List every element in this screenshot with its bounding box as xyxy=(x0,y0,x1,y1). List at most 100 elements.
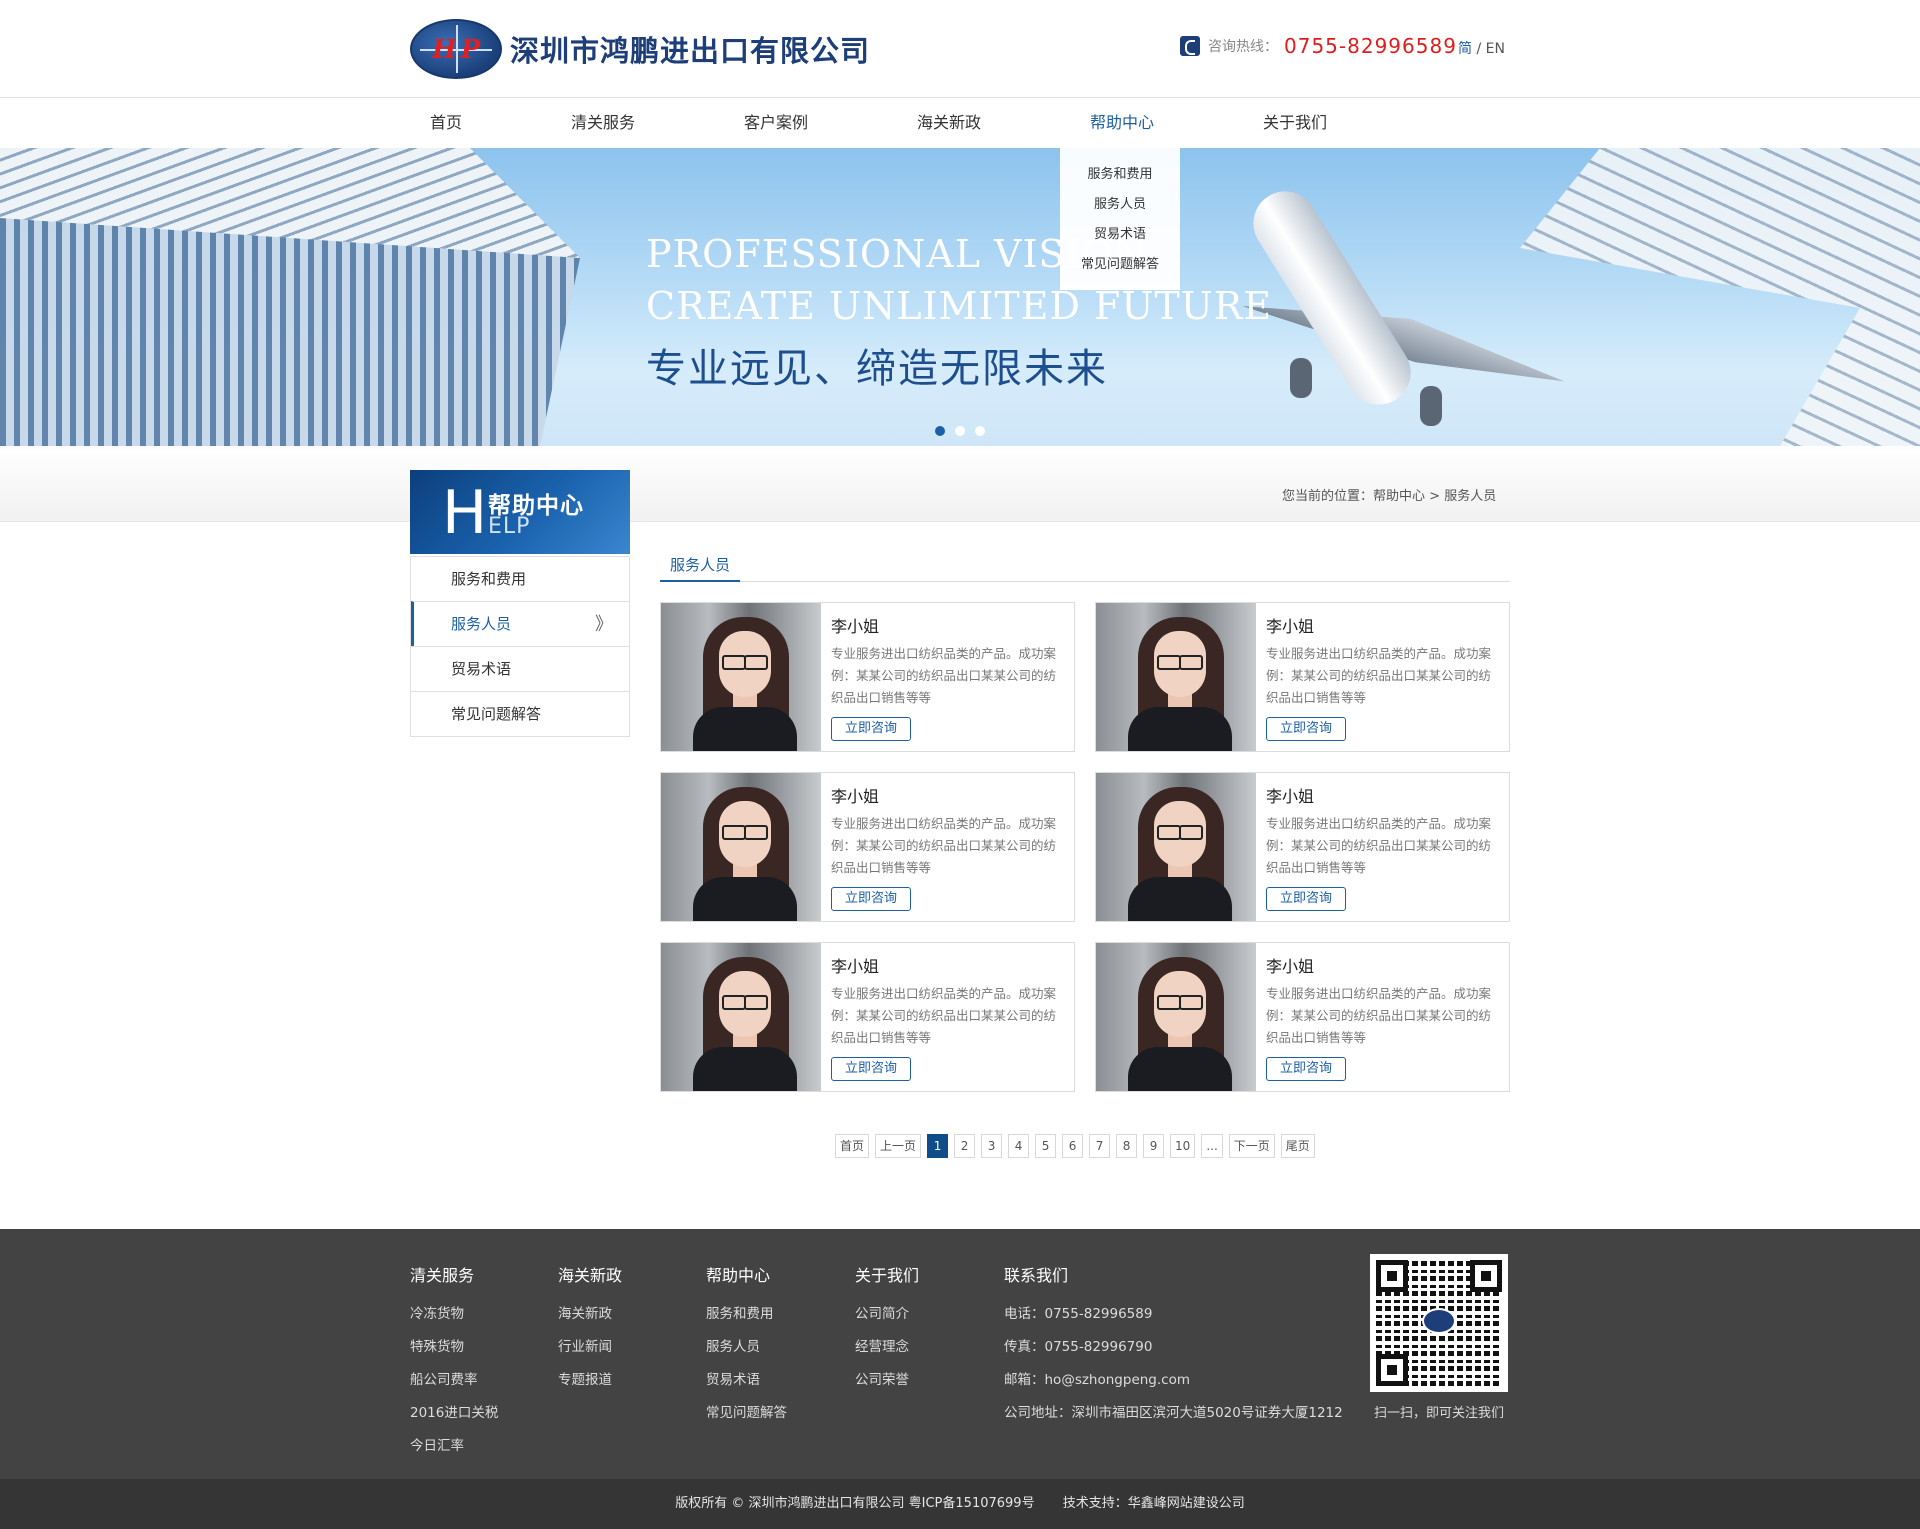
page-prev[interactable]: 上一页 xyxy=(875,1134,922,1158)
staff-name: 李小姐 xyxy=(831,617,880,636)
staff-description: 专业服务进出口纺织品类的产品。成功案例：某某公司的纺织品出口某某公司的纺织品出口… xyxy=(1266,816,1492,875)
double-chevron-right-icon: 》 xyxy=(595,614,613,635)
sidebar-item-trade-terms[interactable]: 贸易术语 xyxy=(411,646,629,691)
staff-description: 专业服务进出口纺织品类的产品。成功案例：某某公司的纺织品出口某某公司的纺织品出口… xyxy=(831,986,1057,1045)
footer-link[interactable]: 行业新闻 xyxy=(558,1331,622,1364)
sidebar-item-label: 贸易术语 xyxy=(451,660,512,678)
sidebar-item-fees[interactable]: 服务和费用 xyxy=(411,556,629,601)
main-nav: 首页 清关服务 客户案例 海关新政 帮助中心 关于我们 xyxy=(0,98,1920,148)
staff-description: 专业服务进出口纺织品类的产品。成功案例：某某公司的纺织品出口某某公司的纺织品出口… xyxy=(831,646,1057,705)
qr-caption: 扫一扫，即可关注我们 xyxy=(1374,1406,1505,1421)
staff-name: 李小姐 xyxy=(1266,617,1315,636)
breadcrumb-help-center-link[interactable]: 帮助中心 xyxy=(1373,489,1425,504)
sidebar-item-staff[interactable]: 服务人员 》 xyxy=(411,601,629,646)
staff-photo xyxy=(661,773,821,921)
phone-icon xyxy=(1180,36,1200,56)
dropdown-item-trade-terms[interactable]: 贸易术语 xyxy=(1060,220,1180,250)
footer-link[interactable]: 今日汇率 xyxy=(410,1430,498,1463)
consult-button[interactable]: 立即咨询 xyxy=(1266,1057,1346,1081)
page-number[interactable]: 3 xyxy=(981,1134,1003,1158)
page-next[interactable]: 下一页 xyxy=(1228,1134,1275,1158)
breadcrumb: 您当前的位置：帮助中心 > 服务人员 xyxy=(1282,485,1496,504)
slider-dot[interactable] xyxy=(955,426,965,436)
section-title-bar: 服务人员 xyxy=(660,554,1510,582)
footer-link[interactable]: 服务人员 xyxy=(706,1331,787,1364)
footer-link[interactable]: 特殊货物 xyxy=(410,1331,498,1364)
section-title: 服务人员 xyxy=(660,554,741,582)
consult-button[interactable]: 立即咨询 xyxy=(1266,717,1346,741)
lang-zh-link[interactable]: 简 xyxy=(1458,41,1472,57)
nav-item-customs-service[interactable]: 清关服务 xyxy=(570,98,636,148)
site-header: HP 深圳市鸿鹏进出口有限公司 咨询热线： 0755-82996589 简 / … xyxy=(0,0,1920,98)
footer-link[interactable]: 2016进口关税 xyxy=(410,1397,498,1430)
banner-chinese-slogan: 专业远见、缔造无限未来 xyxy=(646,346,1108,392)
staff-card: 李小姐 专业服务进出口纺织品类的产品。成功案例：某某公司的纺织品出口某某公司的纺… xyxy=(660,942,1075,1092)
dropdown-item-faq[interactable]: 常见问题解答 xyxy=(1060,250,1180,280)
breadcrumb-current[interactable]: 服务人员 xyxy=(1444,489,1496,504)
staff-name: 李小姐 xyxy=(1266,787,1315,806)
dropdown-item-staff[interactable]: 服务人员 xyxy=(1060,190,1180,220)
page-number-current[interactable]: 1 xyxy=(927,1134,949,1158)
staff-name: 李小姐 xyxy=(831,957,880,976)
footer-column-title: 关于我们 xyxy=(855,1266,920,1285)
footer-link[interactable]: 贸易术语 xyxy=(706,1364,787,1397)
nav-item-customs-policy[interactable]: 海关新政 xyxy=(916,98,982,148)
slider-dot[interactable] xyxy=(975,426,985,436)
footer-link[interactable]: 冷冻货物 xyxy=(410,1298,498,1331)
footer-phone: 电话：0755-82996589 xyxy=(1004,1306,1153,1322)
slider-dot[interactable] xyxy=(935,426,945,436)
page-number[interactable]: 7 xyxy=(1089,1134,1111,1158)
footer-column-title: 海关新政 xyxy=(558,1266,623,1285)
airplane-engine-image xyxy=(1420,386,1442,426)
sidebar-header-letter: H xyxy=(442,478,488,548)
sidebar-header-subtitle: ELP xyxy=(488,514,531,539)
page-number[interactable]: 6 xyxy=(1062,1134,1084,1158)
footer-link[interactable]: 海关新政 xyxy=(558,1298,622,1331)
sidebar-menu: 服务和费用 服务人员 》 贸易术语 常见问题解答 xyxy=(410,556,630,737)
page-number[interactable]: 8 xyxy=(1116,1134,1138,1158)
footer-link[interactable]: 船公司费率 xyxy=(410,1364,498,1397)
footer-link[interactable]: 专题报道 xyxy=(558,1364,622,1397)
footer-link[interactable]: 常见问题解答 xyxy=(706,1397,787,1430)
consult-button[interactable]: 立即咨询 xyxy=(831,717,911,741)
hotline-label: 咨询热线： xyxy=(1208,39,1278,55)
nav-item-about-us[interactable]: 关于我们 xyxy=(1262,98,1328,148)
company-logo[interactable]: HP 深圳市鸿鹏进出口有限公司 xyxy=(410,18,870,80)
page-number[interactable]: 2 xyxy=(954,1134,976,1158)
footer-link[interactable]: 公司简介 xyxy=(855,1298,919,1331)
page-first[interactable]: 首页 xyxy=(835,1134,870,1158)
page-number[interactable]: 9 xyxy=(1143,1134,1165,1158)
lang-separator: / xyxy=(1476,41,1482,57)
footer-column-title: 联系我们 xyxy=(1004,1266,1069,1285)
lang-en-link[interactable]: EN xyxy=(1486,41,1505,57)
staff-photo xyxy=(1096,773,1256,921)
help-center-dropdown: 服务和费用 服务人员 贸易术语 常见问题解答 xyxy=(1060,148,1180,290)
consult-button[interactable]: 立即咨询 xyxy=(831,1057,911,1081)
nav-item-home[interactable]: 首页 xyxy=(426,98,466,148)
page-last[interactable]: 尾页 xyxy=(1280,1134,1315,1158)
footer-fax: 传真：0755-82996790 xyxy=(1004,1339,1153,1355)
tech-support-text[interactable]: 技术支持：华鑫峰网站建设公司 xyxy=(1063,1496,1245,1511)
page-number[interactable]: 10 xyxy=(1170,1134,1196,1158)
page-number[interactable]: 5 xyxy=(1035,1134,1057,1158)
staff-card: 李小姐 专业服务进出口纺织品类的产品。成功案例：某某公司的纺织品出口某某公司的纺… xyxy=(660,772,1075,922)
footer-email[interactable]: 邮箱：ho@szhongpeng.com xyxy=(1004,1364,1343,1397)
nav-item-cases[interactable]: 客户案例 xyxy=(743,98,809,148)
sidebar-item-label: 服务和费用 xyxy=(451,570,527,588)
dropdown-item-fees[interactable]: 服务和费用 xyxy=(1060,160,1180,190)
consult-button[interactable]: 立即咨询 xyxy=(1266,887,1346,911)
sidebar-item-label: 服务人员 xyxy=(451,615,512,633)
subheader-band xyxy=(0,446,1920,522)
pagination: 首页 上一页 1 2 3 4 5 6 7 8 9 10 ... 下一页 尾页 xyxy=(835,1134,1315,1158)
sidebar-item-faq[interactable]: 常见问题解答 xyxy=(411,691,629,736)
consult-button[interactable]: 立即咨询 xyxy=(831,887,911,911)
footer-link[interactable]: 公司荣誉 xyxy=(855,1364,919,1397)
staff-name: 李小姐 xyxy=(831,787,880,806)
footer-link[interactable]: 经营理念 xyxy=(855,1331,919,1364)
page-number[interactable]: 4 xyxy=(1008,1134,1030,1158)
nav-item-help-center[interactable]: 帮助中心 xyxy=(1089,98,1155,148)
sidebar-header: H 帮助中心 ELP xyxy=(410,470,630,554)
footer-link[interactable]: 服务和费用 xyxy=(706,1298,787,1331)
building-right-image xyxy=(1520,148,1920,446)
footer-column-help: 帮助中心 服务和费用 服务人员 贸易术语 常见问题解答 xyxy=(706,1262,787,1430)
